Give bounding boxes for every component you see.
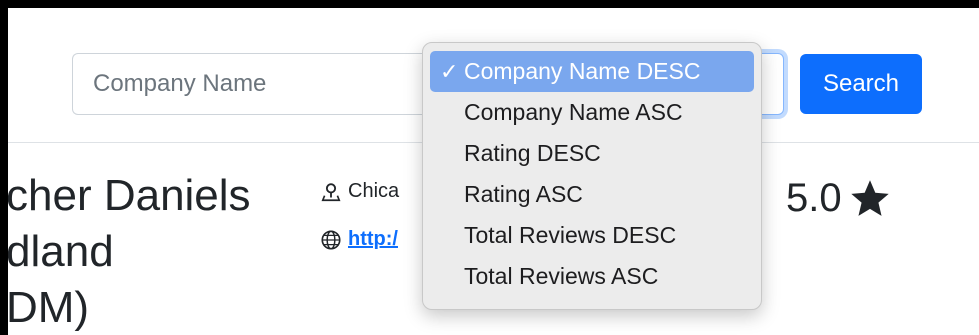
- globe-icon: [321, 229, 341, 250]
- company-name-input[interactable]: [72, 53, 452, 115]
- sort-option-total-reviews-asc[interactable]: Total Reviews ASC: [430, 256, 754, 297]
- sort-option-rating-desc[interactable]: Rating DESC: [430, 133, 754, 174]
- page-frame: Search cher Daniels dland DM) Chica http…: [8, 8, 979, 335]
- sort-option-total-reviews-desc[interactable]: Total Reviews DESC: [430, 215, 754, 256]
- sort-option-label: Company Name ASC: [464, 99, 683, 125]
- company-name: cher Daniels dland DM): [8, 171, 251, 332]
- search-button[interactable]: Search: [800, 54, 922, 114]
- sort-dropdown-menu: ✓ Company Name DESC Company Name ASC Rat…: [422, 42, 762, 310]
- location-pin-icon: [321, 182, 341, 201]
- sort-option-label: Total Reviews DESC: [464, 222, 677, 248]
- sort-option-label: Rating DESC: [464, 140, 601, 166]
- sort-option-label: Company Name DESC: [464, 58, 701, 84]
- star-icon: [850, 179, 889, 216]
- sort-option-rating-asc[interactable]: Rating ASC: [430, 174, 754, 215]
- sort-option-label: Total Reviews ASC: [464, 263, 659, 289]
- sort-option-company-name-desc[interactable]: ✓ Company Name DESC: [430, 51, 754, 92]
- sort-option-label: Rating ASC: [464, 181, 583, 207]
- website-link[interactable]: http:/: [348, 228, 398, 251]
- sort-option-company-name-asc[interactable]: Company Name ASC: [430, 92, 754, 133]
- company-location: Chica: [320, 180, 399, 203]
- company-website: http:/: [320, 228, 398, 251]
- check-icon: ✓: [440, 59, 459, 84]
- rating-value: 5.0: [786, 176, 842, 220]
- location-text: Chica: [348, 180, 400, 202]
- company-rating: 5.0: [786, 176, 892, 221]
